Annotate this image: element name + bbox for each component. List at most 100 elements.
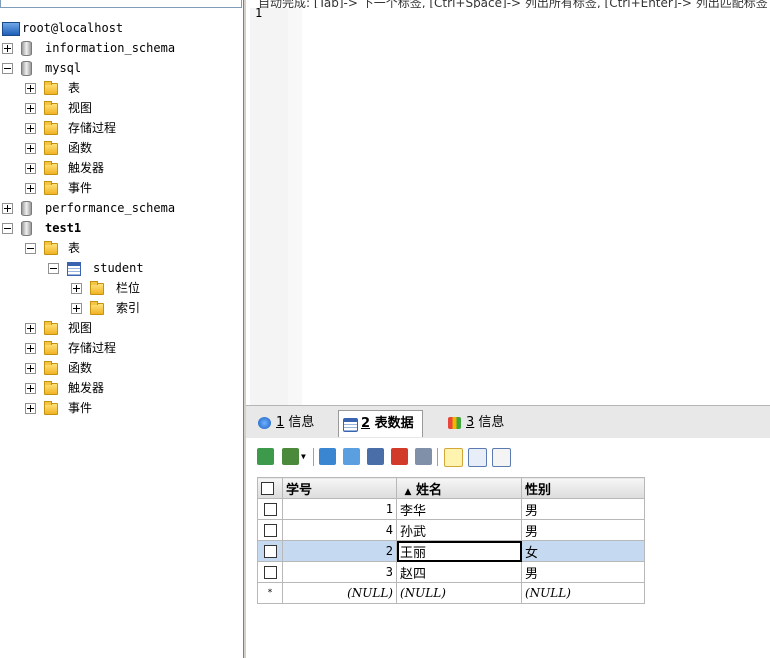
cell-gender[interactable]: 女 [521, 540, 645, 562]
duplicate-row-icon[interactable] [343, 448, 360, 465]
cell-gender[interactable]: 男 [521, 519, 645, 541]
fold-gutter [288, 8, 302, 405]
folder-icon [44, 141, 58, 155]
table-row[interactable]: 4 孙武 男 [257, 519, 645, 541]
expand-icon[interactable] [25, 183, 36, 194]
query-editor[interactable] [246, 0, 770, 405]
collapse-icon[interactable] [48, 263, 59, 274]
folder-icon [44, 381, 58, 395]
folder-icon [90, 301, 104, 315]
insert-row-icon[interactable] [319, 448, 336, 465]
column-header-gender[interactable]: 性别 [521, 477, 645, 499]
object-browser: root@localhost information_schema mysql … [0, 0, 243, 658]
line-number: 1 [255, 6, 263, 20]
folder-icon [44, 401, 58, 415]
folder-icon [44, 121, 58, 135]
import-icon[interactable] [282, 448, 299, 465]
line-gutter [250, 8, 288, 405]
expand-icon[interactable] [25, 403, 36, 414]
tab-label: 表数据 [374, 416, 414, 431]
tab-table-data[interactable]: 2 表数据 [338, 410, 423, 437]
row-checkbox[interactable] [263, 565, 277, 579]
cell-gender[interactable]: (NULL) [521, 582, 645, 604]
expand-icon[interactable] [71, 283, 82, 294]
database-icon [21, 61, 32, 76]
column-header-id[interactable]: 学号 [282, 477, 397, 499]
expand-icon[interactable] [25, 163, 36, 174]
expand-icon[interactable] [25, 323, 36, 334]
expand-icon[interactable] [25, 363, 36, 374]
row-checkbox[interactable] [263, 502, 277, 516]
filter-box[interactable] [0, 0, 242, 8]
table-icon [67, 262, 81, 276]
toolbar-separator [313, 448, 314, 466]
expand-icon[interactable] [25, 143, 36, 154]
cell-name-focused[interactable]: 王丽 [396, 540, 522, 562]
toolbar-separator [437, 448, 438, 466]
cell-name[interactable]: (NULL) [396, 582, 522, 604]
collapse-icon[interactable] [2, 223, 13, 234]
folder-icon [44, 241, 58, 255]
database-icon [21, 201, 32, 216]
text-view-icon[interactable] [492, 448, 511, 467]
collapse-icon[interactable] [25, 243, 36, 254]
new-row[interactable]: * (NULL) (NULL) (NULL) [257, 582, 645, 604]
database-icon [21, 41, 32, 56]
cell-id[interactable]: 3 [282, 561, 397, 583]
expand-icon[interactable] [25, 103, 36, 114]
tab-number: 1 [276, 415, 285, 430]
tab-info[interactable]: 3 信息 [444, 410, 504, 436]
table-row[interactable]: 1 李华 男 [257, 498, 645, 520]
folder-icon [90, 281, 104, 295]
results-tabbar: 1 信息 2 表数据 3 信息 [246, 405, 770, 438]
expand-icon[interactable] [25, 343, 36, 354]
cell-name[interactable]: 李华 [396, 498, 522, 520]
tab-label: 信息 [478, 415, 505, 430]
table-row[interactable]: 3 赵四 男 [257, 561, 645, 583]
table-row-selected[interactable]: 2 王丽 女 [257, 540, 645, 562]
database-icon [21, 221, 32, 236]
expand-icon[interactable] [2, 43, 13, 54]
select-all-checkbox[interactable] [257, 477, 283, 499]
data-grid[interactable]: 学号 ▲ 姓名 性别 1 李华 男 4 孙武 男 2 王丽 女 3 赵四 男 *… [257, 477, 645, 604]
cancel-changes-icon[interactable] [415, 448, 432, 465]
cell-gender[interactable]: 男 [521, 498, 645, 520]
collapse-icon[interactable] [2, 63, 13, 74]
dropdown-arrow-icon[interactable]: ▼ [301, 452, 306, 461]
tab-messages[interactable]: 1 信息 [254, 410, 314, 436]
expand-icon[interactable] [2, 203, 13, 214]
server-icon [2, 22, 20, 36]
tab-label: 信息 [288, 415, 315, 430]
form-view-icon[interactable] [468, 448, 487, 467]
new-row-marker: * [257, 582, 283, 604]
checkbox[interactable] [261, 481, 274, 495]
save-icon[interactable] [367, 448, 384, 465]
cell-id[interactable]: (NULL) [282, 582, 397, 604]
expand-icon[interactable] [25, 123, 36, 134]
row-checkbox[interactable] [263, 523, 277, 537]
info-icon [258, 417, 271, 429]
folder-icon [44, 321, 58, 335]
column-header-name[interactable]: ▲ 姓名 [396, 477, 522, 499]
grid-header-row: 学号 ▲ 姓名 性别 [257, 477, 645, 499]
info-chart-icon [448, 417, 461, 429]
tab-number: 3 [466, 415, 475, 430]
row-checkbox[interactable] [263, 544, 277, 558]
export-icon[interactable] [257, 448, 274, 465]
cell-id[interactable]: 4 [282, 519, 397, 541]
cell-gender[interactable]: 男 [521, 561, 645, 583]
expand-icon[interactable] [25, 383, 36, 394]
grid-view-icon[interactable] [444, 448, 463, 467]
cell-id[interactable]: 1 [282, 498, 397, 520]
folder-icon [44, 361, 58, 375]
folder-icon [44, 81, 58, 95]
expand-icon[interactable] [71, 303, 82, 314]
delete-icon[interactable] [391, 448, 408, 465]
expand-icon[interactable] [25, 83, 36, 94]
folder-icon [44, 101, 58, 115]
cell-name[interactable]: 赵四 [396, 561, 522, 583]
cell-id[interactable]: 2 [282, 540, 397, 562]
grid-toolbar: ▼ [246, 442, 770, 472]
cell-name[interactable]: 孙武 [396, 519, 522, 541]
folder-icon [44, 161, 58, 175]
